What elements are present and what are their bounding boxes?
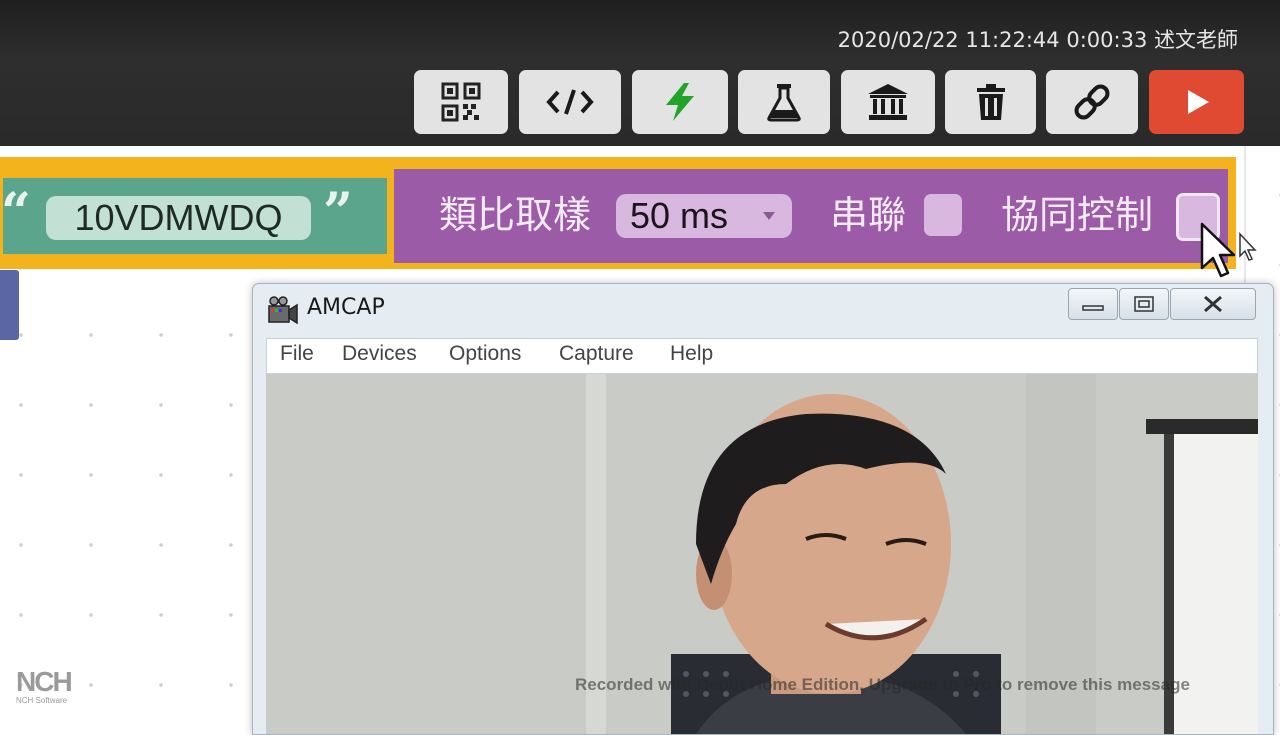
amcap-window[interactable]: AMCAP File Devices Options Capture Help — [252, 283, 1274, 735]
camera-app-icon — [268, 296, 298, 325]
trash-icon — [976, 84, 1005, 120]
dropdown-arrow-icon — [763, 212, 775, 220]
code-icon — [546, 89, 594, 115]
run-button[interactable] — [1149, 70, 1244, 134]
text-block[interactable]: “ 10VDMWDQ ” — [0, 175, 390, 257]
sampling-dropdown[interactable]: 50 ms — [616, 194, 792, 238]
menu-help[interactable]: Help — [670, 342, 713, 366]
menu-devices[interactable]: Devices — [342, 342, 417, 366]
lightning-icon — [666, 83, 694, 121]
open-quote: “ — [1, 182, 31, 243]
qr-code-button[interactable] — [414, 70, 508, 134]
mouse-cursor-icon — [1200, 222, 1236, 278]
maximize-icon — [1134, 296, 1154, 312]
serial-checkbox[interactable] — [924, 194, 962, 236]
close-quote: ” — [323, 182, 353, 243]
user-name: 述文老師 — [1154, 28, 1238, 52]
serial-label: 串聯 — [830, 193, 907, 237]
menu-file[interactable]: File — [280, 342, 314, 366]
delete-button[interactable] — [945, 70, 1036, 134]
recording-watermark: Recorded with Debut Home Edition. Upgrad… — [575, 675, 1190, 694]
link-button[interactable] — [1046, 70, 1138, 134]
qr-code-icon — [441, 82, 481, 122]
menu-bar: File Devices Options Capture Help — [266, 338, 1258, 374]
maximize-button[interactable] — [1119, 288, 1169, 320]
nch-logo: NCH NCH Software — [16, 666, 73, 706]
session-info: 2020/02/22 11:22:44 0:00:33 述文老師 — [838, 24, 1238, 54]
datetime-text: 2020/02/22 11:22:44 — [837, 28, 1060, 52]
close-icon — [1204, 295, 1222, 313]
text-field[interactable]: 10VDMWDQ — [46, 196, 311, 240]
menu-capture[interactable]: Capture — [559, 342, 634, 366]
minimize-button[interactable] — [1068, 288, 1118, 320]
nch-logo-subtext: NCH Software — [16, 696, 68, 705]
library-button[interactable] — [841, 70, 935, 134]
bank-icon — [868, 84, 908, 120]
sampling-value: 50 ms — [630, 195, 729, 236]
window-title: AMCAP — [307, 295, 385, 320]
upload-button[interactable] — [632, 70, 728, 134]
link-icon — [1074, 84, 1110, 120]
collab-label: 協同控制 — [1001, 193, 1154, 237]
nch-logo-text: NCH — [16, 666, 73, 697]
elapsed-time: 0:00:33 — [1066, 28, 1148, 52]
minimize-icon — [1082, 305, 1104, 311]
menu-options[interactable]: Options — [449, 342, 521, 366]
close-button[interactable] — [1170, 288, 1256, 320]
sampling-label: 類比取樣 — [439, 193, 592, 237]
side-tab[interactable] — [0, 270, 19, 340]
flask-icon — [767, 84, 801, 122]
test-button[interactable] — [738, 70, 830, 134]
ghost-cursor-icon — [1239, 232, 1257, 261]
play-icon — [1187, 90, 1209, 114]
config-block[interactable]: 類比取樣 50 ms 串聯 協同控制 — [394, 169, 1228, 263]
code-button[interactable] — [519, 70, 621, 134]
